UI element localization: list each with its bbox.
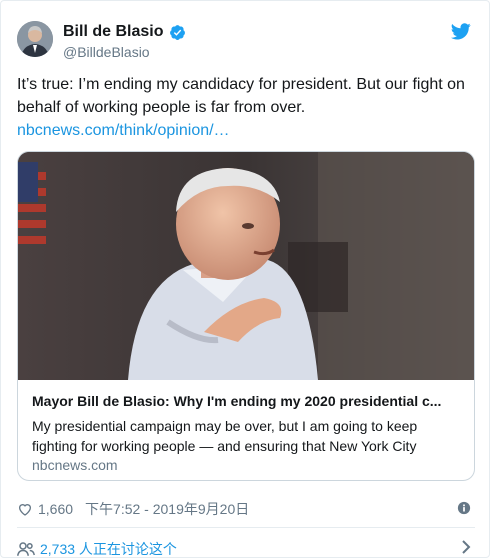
- tweet-link[interactable]: nbcnews.com/think/opinion/…: [17, 119, 477, 142]
- user-name[interactable]: Bill de Blasio: [63, 23, 186, 41]
- user-name-text[interactable]: Bill de Blasio: [63, 23, 163, 41]
- divider: [17, 527, 475, 528]
- tweet-body: It’s true: I’m ending my candidacy for p…: [17, 76, 465, 116]
- discussion-text[interactable]: 2,733 人正在讨论这个: [40, 539, 177, 558]
- heart-icon[interactable]: [17, 501, 33, 517]
- info-icon[interactable]: [457, 501, 471, 515]
- twitter-bird-icon[interactable]: [451, 23, 471, 40]
- timestamp[interactable]: 下午7:52 - 2019年9月20日: [85, 499, 249, 519]
- tweet-text: It’s true: I’m ending my candidacy for p…: [17, 73, 477, 142]
- card-domain: nbcnews.com: [32, 457, 118, 473]
- discussion-link[interactable]: 2,733 人正在讨论这个: [17, 539, 177, 558]
- user-handle[interactable]: @BilldeBlasio: [63, 44, 150, 60]
- people-icon: [17, 542, 35, 556]
- link-card[interactable]: Mayor Bill de Blasio: Why I'm ending my …: [17, 151, 475, 481]
- tweet-meta: 1,660 下午7:52 - 2019年9月20日: [17, 499, 249, 519]
- card-title[interactable]: Mayor Bill de Blasio: Why I'm ending my …: [32, 393, 462, 409]
- tweet-embed: Bill de Blasio @BilldeBlasio It’s true: …: [0, 0, 490, 558]
- card-description: My presidential campaign may be over, bu…: [32, 418, 418, 454]
- avatar[interactable]: [17, 21, 53, 57]
- card-image[interactable]: [18, 152, 474, 380]
- like-count[interactable]: 1,660: [38, 501, 73, 517]
- verified-badge-icon: [170, 24, 186, 40]
- chevron-right-icon[interactable]: [461, 540, 471, 554]
